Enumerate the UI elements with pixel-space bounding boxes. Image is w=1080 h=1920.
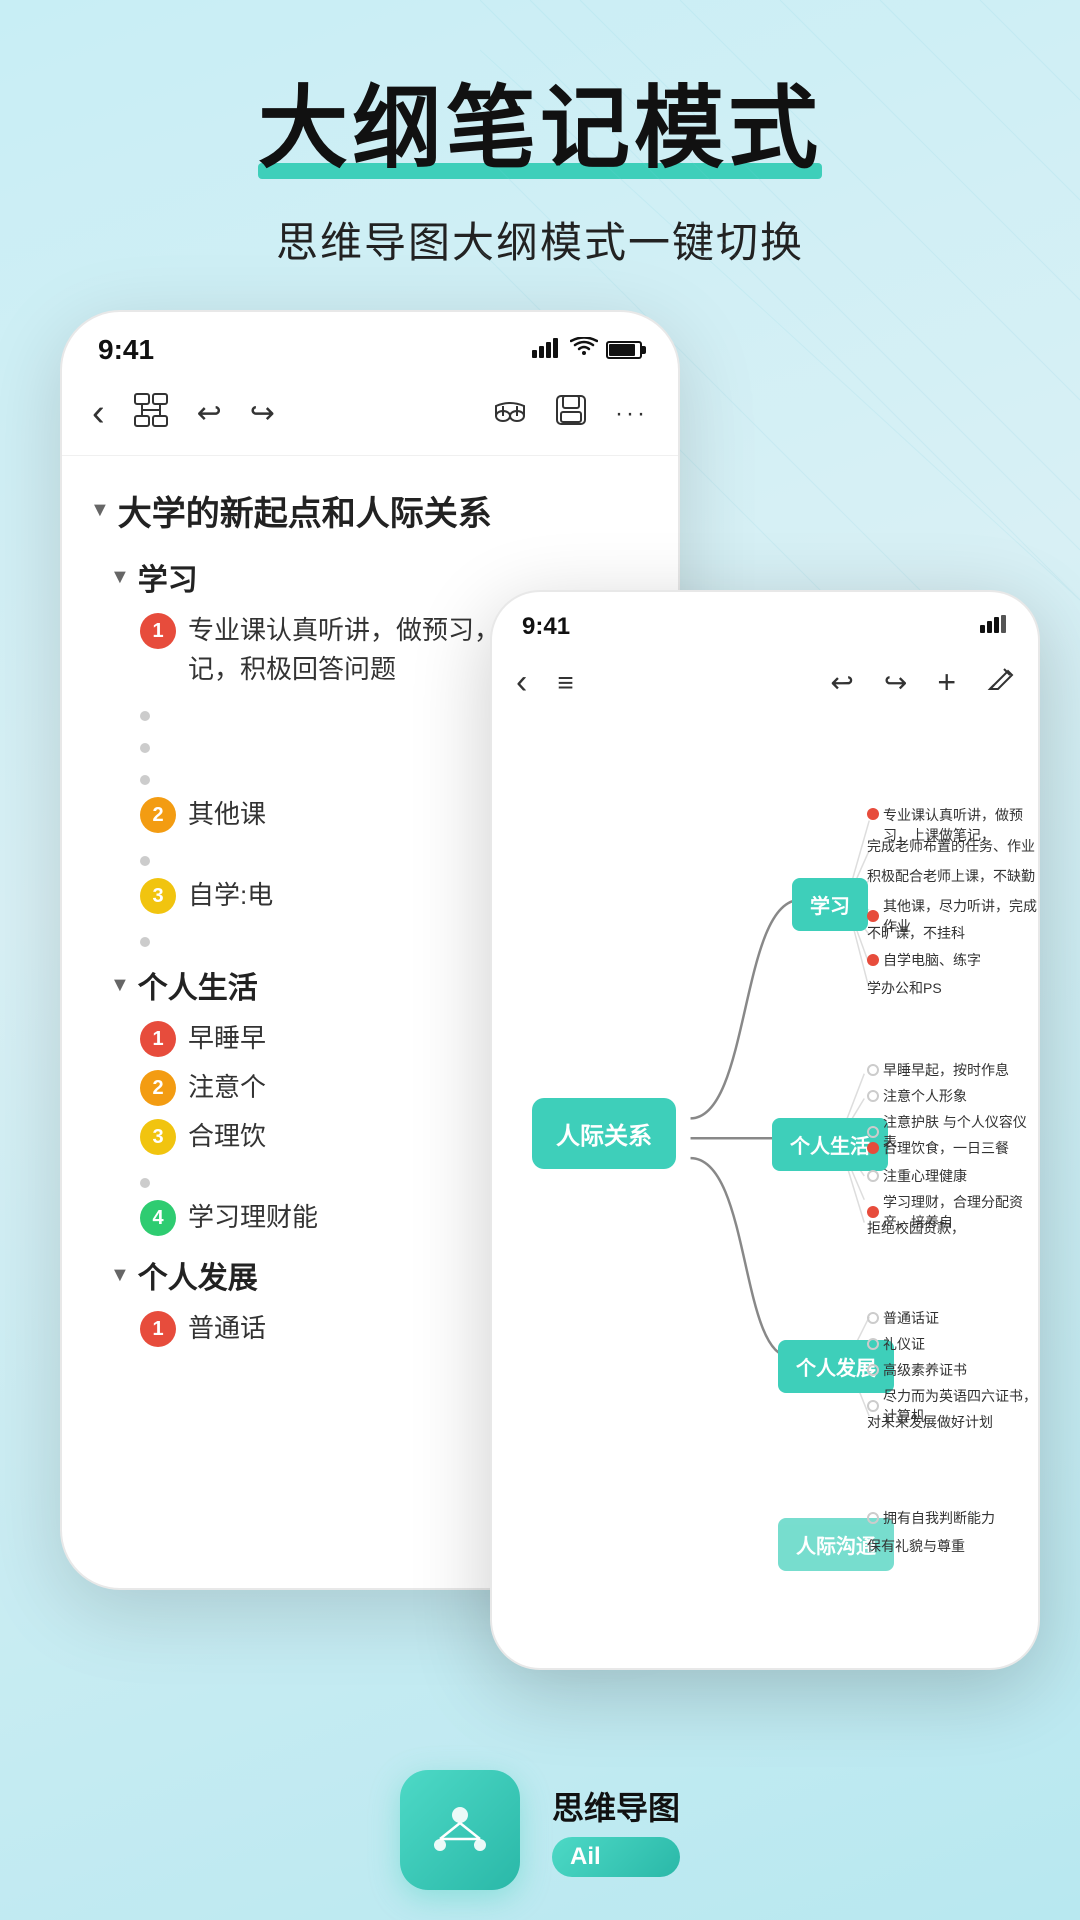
- status-bar-primary: 9:41: [62, 312, 678, 372]
- life-item-5: 注重心理健康: [867, 1166, 967, 1186]
- undo-icon-sm[interactable]: ↩: [830, 666, 853, 699]
- add-icon[interactable]: +: [937, 664, 956, 701]
- toolbar-secondary: ‹ ≡ ↩ ↪ +: [492, 647, 1038, 718]
- study-item-2: 完成老师布置的任务、作业: [867, 836, 1035, 856]
- redo-icon[interactable]: ↪: [250, 396, 275, 431]
- hero-section: 大纲笔记模式 思维导图大纲模式一键切换: [0, 0, 1080, 310]
- outline-main-title: ▼ 大学的新起点和人际关系: [90, 486, 650, 535]
- bullet-dot: [140, 743, 150, 753]
- life-item-2: 注意个人形象: [867, 1086, 967, 1106]
- phones-container: 9:41 ‹: [40, 310, 1040, 1730]
- more-icon[interactable]: ···: [615, 400, 648, 428]
- hero-title-wrapper: 大纲笔记模式: [258, 80, 822, 179]
- signal-icon-sm: [980, 615, 1008, 638]
- bullet-1: 1: [140, 613, 176, 649]
- phone-secondary: 9:41 ‹ ≡ ↩ ↪ +: [490, 590, 1040, 1670]
- redo-icon-sm[interactable]: ↪: [884, 666, 907, 699]
- study-item-3: 积极配合老师上课，不缺勤: [867, 866, 1035, 886]
- hero-title: 大纲笔记模式: [258, 80, 822, 179]
- life-item-7: 拒绝校园贷款，: [867, 1218, 965, 1238]
- life-item-4: 合理饮食，一日三餐: [867, 1138, 1009, 1158]
- mindmap-area: 人际关系 学习 专业课认真听讲，做预习，上课做笔记， 完成老师布置的任务、作业 …: [492, 718, 1038, 1618]
- dev-item-5: 对未来发展做好计划: [867, 1412, 993, 1432]
- app-label-row: 思维导图 Ail: [400, 1770, 680, 1890]
- pen-icon[interactable]: [986, 665, 1014, 700]
- status-bar-secondary: 9:41: [492, 592, 1038, 647]
- bullet-2: 2: [140, 797, 176, 833]
- branch-study: 学习: [792, 878, 868, 931]
- hero-subtitle: 思维导图大纲模式一键切换: [0, 209, 1080, 270]
- collapse-icon[interactable]: ▼: [90, 499, 110, 522]
- dev-item-1: 普通话证: [867, 1308, 939, 1328]
- bullet-dot: [140, 937, 150, 947]
- back-button[interactable]: ‹: [92, 392, 105, 435]
- battery-icon: [606, 341, 642, 359]
- status-icons-primary: [532, 337, 642, 363]
- undo-icon[interactable]: ↩: [197, 396, 222, 431]
- bullet-dot: [140, 711, 150, 721]
- back-button-sm[interactable]: ‹: [516, 663, 527, 702]
- save-icon[interactable]: [555, 394, 587, 434]
- audio-icon[interactable]: [493, 396, 527, 432]
- app-name: 思维导图: [552, 1783, 680, 1829]
- study-item-7: 学办公和PS: [867, 978, 942, 998]
- toolbar-primary: ‹ ↩ ↪: [62, 372, 678, 456]
- central-node: 人际关系: [532, 1098, 676, 1169]
- study-item-5: 不旷课，不挂科: [867, 923, 965, 943]
- time-primary: 9:41: [98, 334, 154, 366]
- dev-item-2: 礼仪证: [867, 1334, 925, 1354]
- app-area: 思维导图 Ail: [400, 1770, 680, 1890]
- mindmap-toggle-icon[interactable]: [133, 392, 169, 435]
- life-item-1: 早睡早起，按时作息: [867, 1060, 1009, 1080]
- bullet-dot: [140, 856, 150, 866]
- time-secondary: 9:41: [522, 613, 570, 641]
- study-item-6: 自学电脑、练字: [867, 950, 981, 970]
- social-item-1: 拥有自我判断能力: [867, 1508, 995, 1528]
- ai-badge: Ail: [552, 1837, 680, 1877]
- bullet-3: 3: [140, 878, 176, 914]
- outline-toggle-icon[interactable]: ≡: [557, 669, 573, 697]
- dev-item-3: 高级素养证书: [867, 1360, 967, 1380]
- app-icon[interactable]: [400, 1770, 520, 1890]
- wifi-icon: [570, 337, 598, 363]
- bullet-dot: [140, 775, 150, 785]
- social-item-2: 保有礼貌与尊重: [867, 1536, 965, 1556]
- signal-icon: [532, 338, 562, 363]
